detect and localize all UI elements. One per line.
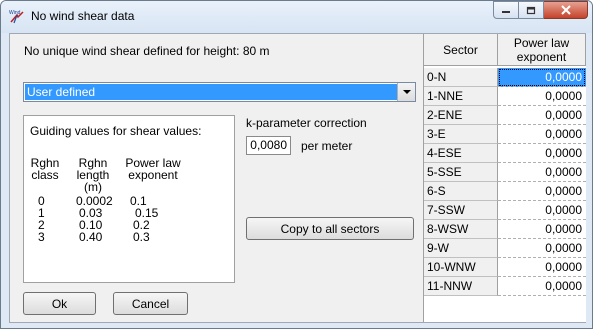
table-row: 8-WSW 0,0000 — [424, 220, 586, 239]
sector-label: 7-SSW — [424, 201, 498, 220]
dropdown-selected-value: User defined — [25, 84, 397, 100]
sector-label: 0-N — [424, 68, 498, 87]
exponent-cell[interactable]: 0,0000 — [498, 239, 586, 258]
no-shear-message: No unique wind shear defined for height:… — [24, 44, 270, 58]
sector-label: 6-S — [424, 182, 498, 201]
sector-label: 2-ENE — [424, 106, 498, 125]
maximize-icon — [526, 6, 536, 14]
shear-source-dropdown[interactable]: User defined — [23, 82, 416, 102]
table-row: 10-WNW 0,0000 — [424, 258, 586, 277]
copy-to-all-sectors-button[interactable]: Copy to all sectors — [246, 217, 414, 240]
exponent-cell[interactable]: 0,0000 — [498, 258, 586, 277]
guide-length-cell: 0.40 — [79, 230, 103, 244]
sector-label: 5-SSE — [424, 163, 498, 182]
exponent-cell[interactable]: 0,0000 — [498, 201, 586, 220]
sector-label: 1-NNE — [424, 87, 498, 106]
sector-label: 4-ESE — [424, 144, 498, 163]
window-controls — [493, 1, 588, 19]
maximize-button[interactable] — [519, 1, 544, 19]
exponent-cell[interactable]: 0,0000 — [498, 220, 586, 239]
exponent-cell[interactable]: 0,0000 — [498, 87, 586, 106]
wind-app-icon: Wind — [9, 8, 25, 24]
exponent-column-header[interactable]: Power law exponent — [498, 34, 586, 66]
exponent-cell[interactable]: 0,0000 — [498, 106, 586, 125]
k-parameter-unit: per meter — [301, 139, 353, 153]
sector-exponent-table: Sector Power law exponent 0-N 0,0000 1-N… — [423, 34, 586, 322]
guide-class-cell: 3 — [38, 230, 45, 244]
table-row: 7-SSW 0,0000 — [424, 201, 586, 220]
table-row: 0-N 0,0000 — [424, 68, 586, 87]
close-button[interactable] — [544, 1, 588, 19]
sector-label: 11-NNW — [424, 277, 498, 296]
rghn-class-header: Rghn class — [28, 157, 62, 181]
exponent-cell[interactable]: 0,0000 — [498, 182, 586, 201]
table-row: 2-ENE 0,0000 — [424, 106, 586, 125]
table-row: 6-S 0,0000 — [424, 182, 586, 201]
sector-label: 9-W — [424, 239, 498, 258]
rghn-length-header: Rghn length (m) — [70, 157, 116, 193]
sector-label: 10-WNW — [424, 258, 498, 277]
table-row: 11-NNW 0,0000 — [424, 277, 586, 296]
dialog-window: Wind No wind shear data No unique wind s… — [0, 0, 593, 329]
k-parameter-label: k-parameter correction — [246, 116, 367, 130]
ok-button[interactable]: Ok — [23, 292, 96, 315]
table-row: 4-ESE 0,0000 — [424, 144, 586, 163]
sector-column-header[interactable]: Sector — [424, 34, 498, 66]
window-title: No wind shear data — [31, 9, 135, 23]
header-line: exponent — [128, 168, 178, 182]
table-row: 1-NNE 0,0000 — [424, 87, 586, 106]
power-law-exponent-header: Power law exponent — [122, 157, 184, 181]
title-bar[interactable]: Wind No wind shear data — [1, 1, 592, 33]
guide-exponent-cell: 0.3 — [133, 230, 150, 244]
sector-label: 3-E — [424, 125, 498, 144]
minimize-button[interactable] — [493, 1, 519, 19]
guiding-values-panel: Guiding values for shear values: Rghn cl… — [23, 115, 235, 283]
dropdown-button[interactable] — [397, 83, 415, 101]
exponent-cell[interactable]: 0,0000 — [498, 144, 586, 163]
header-line: class — [31, 168, 59, 182]
k-parameter-input[interactable]: 0,0080 — [246, 136, 291, 155]
table-row: 9-W 0,0000 — [424, 239, 586, 258]
chevron-down-icon — [402, 89, 411, 94]
close-icon — [560, 5, 571, 15]
table-row: 5-SSE 0,0000 — [424, 163, 586, 182]
dialog-body: No unique wind shear defined for height:… — [9, 33, 586, 323]
cancel-button[interactable]: Cancel — [113, 292, 188, 315]
exponent-cell[interactable]: 0,0000 — [498, 163, 586, 182]
exponent-cell[interactable]: 0,0000 — [498, 125, 586, 144]
minimize-icon — [502, 11, 510, 13]
table-row: 3-E 0,0000 — [424, 125, 586, 144]
guiding-values-title: Guiding values for shear values: — [30, 124, 202, 138]
sector-label: 8-WSW — [424, 220, 498, 239]
exponent-cell[interactable]: 0,0000 — [498, 68, 586, 87]
header-line: (m) — [84, 180, 102, 194]
exponent-cell[interactable]: 0,0000 — [498, 277, 586, 296]
